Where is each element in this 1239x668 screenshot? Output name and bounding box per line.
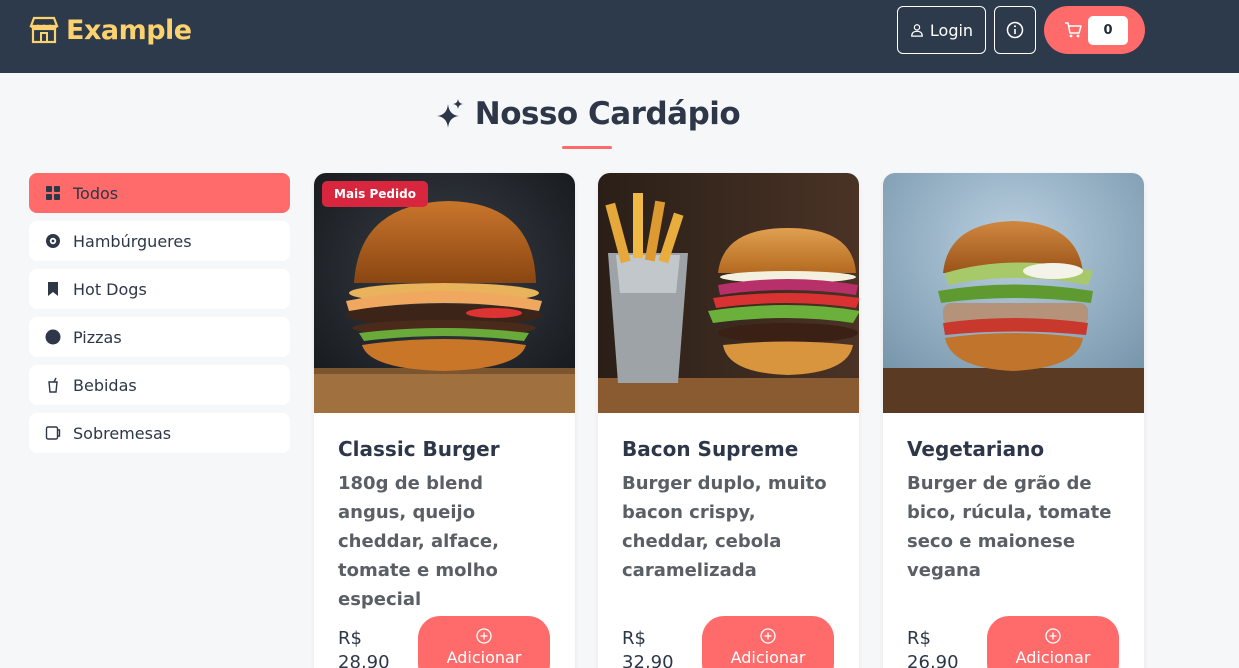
category-sobremesas[interactable]: Sobremesas [29,413,290,453]
add-label: Adicionar [730,648,806,667]
product-name: Vegetariano [907,437,1045,461]
category-hamburgueres[interactable]: Hambúrgueres [29,221,290,261]
title-underline [562,146,612,149]
add-to-cart-button[interactable]: Adicionar [702,616,834,668]
cup-icon [45,377,61,393]
product-card: Bacon Supreme Burger duplo, muito bacon … [598,173,859,668]
category-todos[interactable]: Todos [29,173,290,213]
product-name: Bacon Supreme [622,437,799,461]
plus-circle-icon [760,628,776,644]
menu-heading: Nosso Cardápio [0,96,1175,132]
category-bebidas[interactable]: Bebidas [29,365,290,405]
cart-button[interactable]: 0 [1044,6,1145,54]
product-description: 180g de blend angus, queijo cheddar, alf… [338,473,499,610]
top-navbar: Example Login 0 [0,0,1239,73]
add-label: Adicionar [1015,648,1091,667]
plus-circle-icon [1045,628,1061,644]
product-price: R$ 32,90 [622,628,674,668]
category-sidebar: Todos Hambúrgueres Hot Dogs Pizzas Bebid… [29,173,290,461]
product-description: Burger de grão de bico, rúcula, tomate s… [907,473,1112,581]
login-button[interactable]: Login [897,6,986,54]
user-icon [911,24,923,37]
product-name: Classic Burger [338,437,500,461]
page-title: Nosso Cardápio [474,96,741,132]
category-label: Hot Dogs [73,279,147,299]
add-to-cart-button[interactable]: Adicionar [987,616,1119,668]
plus-circle-icon [476,628,492,644]
product-image [598,173,859,413]
product-card: Mais Pedido Classic Burger 180g de blend… [314,173,575,668]
add-to-cart-button[interactable]: Adicionar [418,616,550,668]
store-icon [29,16,59,44]
brand-name: Example [66,14,192,46]
product-badge: Mais Pedido [322,181,428,207]
category-label: Hambúrgueres [73,231,192,251]
product-image: Mais Pedido [314,173,575,413]
category-pizzas[interactable]: Pizzas [29,317,290,357]
info-icon [1006,21,1024,39]
add-label: Adicionar [446,648,522,667]
product-description: Burger duplo, muito bacon crispy, chedda… [622,473,827,581]
product-price: R$ 26,90 [907,628,959,668]
grid-icon [45,185,61,201]
category-label: Sobremesas [73,423,172,443]
dessert-icon [45,425,61,441]
login-label: Login [929,20,974,40]
product-image [883,173,1144,413]
category-hot-dogs[interactable]: Hot Dogs [29,269,290,309]
category-label: Todos [73,183,119,203]
info-button[interactable] [994,6,1036,54]
product-price: R$ 28,90 [338,628,390,668]
category-label: Bebidas [73,375,137,395]
circle-icon [45,329,61,345]
bookmark-icon [45,281,61,297]
category-label: Pizzas [73,327,122,347]
product-card: Vegetariano Burger de grão de bico, rúcu… [883,173,1144,668]
cart-count-badge: 0 [1088,15,1128,45]
cart-icon [1065,22,1082,38]
brand-logo[interactable]: Example [28,14,192,46]
burger-icon [45,233,61,249]
sparkles-icon [436,99,463,128]
